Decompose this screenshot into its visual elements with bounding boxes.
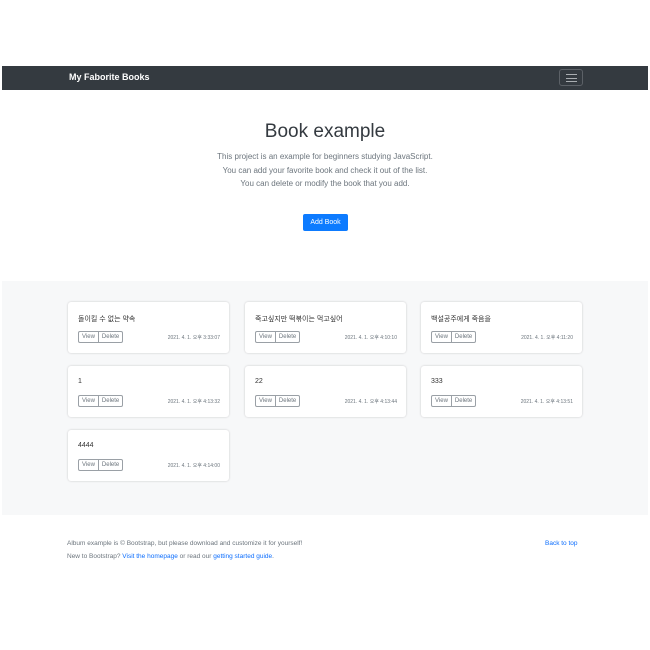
delete-button[interactable]: Delete: [98, 459, 124, 471]
page-title: Book example: [264, 121, 386, 142]
book-card: 4444 View Delete 2021. 4. 1. 오후 4:14:00: [68, 430, 229, 481]
book-timestamp: 2021. 4. 1. 오후 4:13:44: [344, 399, 397, 405]
back-to-top-link[interactable]: Back to top: [545, 540, 578, 547]
navbar-brand[interactable]: My Faborite Books: [69, 72, 150, 82]
view-button[interactable]: View: [255, 331, 276, 343]
book-card: 죽고싶지만 떡볶이는 먹고싶어 View Delete 2021. 4. 1. …: [245, 302, 406, 353]
card-button-group: View Delete: [78, 459, 124, 471]
book-title: 1: [78, 378, 82, 385]
book-timestamp: 2021. 4. 1. 오후 4:13:51: [520, 399, 573, 405]
view-button[interactable]: View: [78, 459, 99, 471]
footer-copyright: Album example is © Bootstrap, but please…: [67, 540, 303, 547]
delete-button[interactable]: Delete: [451, 395, 477, 407]
hero-description: This project is an example for beginners…: [0, 150, 650, 191]
view-button[interactable]: View: [78, 331, 99, 343]
hero-section: Book example This project is an example …: [0, 120, 650, 191]
card-button-group: View Delete: [255, 395, 301, 407]
delete-button[interactable]: Delete: [98, 395, 124, 407]
book-timestamp: 2021. 4. 1. 오후 4:14:00: [167, 463, 220, 469]
footer-text: New to Bootstrap?: [67, 553, 123, 560]
getting-started-link[interactable]: getting started guide: [213, 553, 272, 560]
card-button-group: View Delete: [78, 331, 124, 343]
delete-button[interactable]: Delete: [98, 331, 124, 343]
hero-line: This project is an example for beginners…: [217, 152, 433, 161]
book-card: 1 View Delete 2021. 4. 1. 오후 4:13:32: [68, 366, 229, 417]
hero-line: You can delete or modify the book that y…: [240, 179, 410, 188]
book-timestamp: 2021. 4. 1. 오후 4:13:32: [167, 399, 220, 405]
book-timestamp: 2021. 4. 1. 오후 4:10:10: [344, 335, 397, 341]
navbar: My Faborite Books: [2, 66, 648, 90]
book-timestamp: 2021. 4. 1. 오후 3:33:07: [167, 335, 220, 341]
footer-text: or read our: [177, 553, 214, 560]
book-title: 22: [255, 378, 263, 385]
hero-line: You can add your favorite book and check…: [222, 165, 428, 175]
delete-button[interactable]: Delete: [275, 395, 301, 407]
book-card: 백설공주에게 죽음을 View Delete 2021. 4. 1. 오후 4:…: [421, 302, 582, 353]
footer-text: .: [272, 553, 274, 560]
card-button-group: View Delete: [255, 331, 301, 343]
book-title: 4444: [78, 442, 94, 449]
footer-links-line: New to Bootstrap? Visit the homepage or …: [67, 553, 274, 560]
view-button[interactable]: View: [431, 395, 452, 407]
card-button-group: View Delete: [431, 331, 477, 343]
book-timestamp: 2021. 4. 1. 오후 4:11:20: [521, 335, 573, 341]
book-title: 돌이킬 수 없는 약속: [78, 316, 136, 323]
view-button[interactable]: View: [431, 331, 452, 343]
delete-button[interactable]: Delete: [451, 331, 477, 343]
delete-button[interactable]: Delete: [275, 331, 301, 343]
book-card: 333 View Delete 2021. 4. 1. 오후 4:13:51: [421, 366, 582, 417]
card-button-group: View Delete: [78, 395, 124, 407]
view-button[interactable]: View: [255, 395, 276, 407]
book-card: 돌이킬 수 없는 약속 View Delete 2021. 4. 1. 오후 3…: [68, 302, 229, 353]
view-button[interactable]: View: [78, 395, 99, 407]
book-title: 백설공주에게 죽음을: [431, 316, 491, 323]
add-book-button[interactable]: Add Book: [303, 214, 348, 231]
book-card: 22 View Delete 2021. 4. 1. 오후 4:13:44: [245, 366, 406, 417]
book-title: 333: [431, 378, 443, 385]
book-title: 죽고싶지만 떡볶이는 먹고싶어: [255, 316, 343, 323]
menu-toggle-button[interactable]: [559, 69, 583, 86]
homepage-link[interactable]: Visit the homepage: [122, 553, 178, 560]
hamburger-icon: [566, 74, 577, 75]
book-album: 돌이킬 수 없는 약속 View Delete 2021. 4. 1. 오후 3…: [2, 281, 648, 515]
card-button-group: View Delete: [431, 395, 477, 407]
